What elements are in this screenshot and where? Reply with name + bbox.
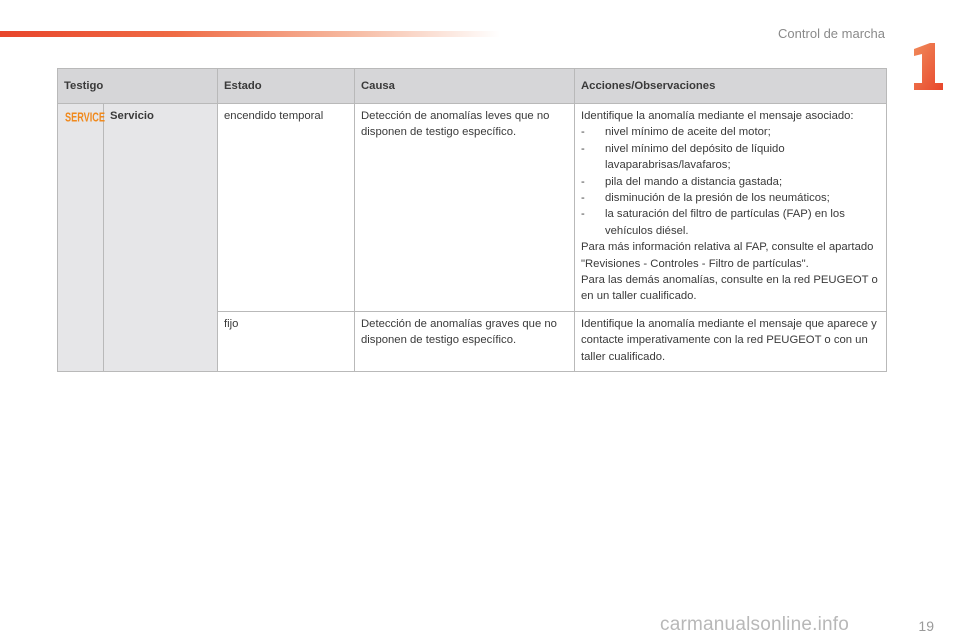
actions-cell: Identifique la anomalía mediante el mens…: [574, 310, 887, 373]
column-header-estado: Estado: [217, 68, 355, 104]
anomaly-list: nivel mínimo de aceite del motor; nivel …: [581, 124, 880, 239]
service-icon: SERVICE: [65, 111, 105, 125]
column-header-causa: Causa: [354, 68, 575, 104]
list-item: nivel mínimo del depósito de líquido lav…: [581, 141, 880, 174]
chapter-number: 1: [908, 40, 943, 90]
column-header-acciones: Acciones/Observaciones: [574, 68, 887, 104]
section-title: Control de marcha: [778, 26, 885, 41]
fap-note: Para más información relativa al FAP, co…: [581, 241, 874, 270]
list-item: la saturación del filtro de partículas (…: [581, 206, 880, 239]
warning-lamp-table: Testigo Estado Causa Acciones/Observacio…: [57, 68, 887, 373]
actions-cell: Identifique la anomalía mediante el mens…: [574, 103, 887, 312]
table-row: SERVICE Servicio encendido temporal Dete…: [57, 102, 887, 373]
svg-text:SERVICE: SERVICE: [65, 111, 105, 125]
header-accent-bar: [0, 31, 500, 37]
actions-intro: Identifique la anomalía mediante el mens…: [581, 110, 854, 122]
chapter-number-text: 1: [908, 40, 909, 41]
other-anomalies-note: Para las demás anomalías, consulte en la…: [581, 274, 878, 303]
indicator-name: Servicio: [103, 102, 218, 373]
cause-cell: Detección de anomalías leves que no disp…: [354, 103, 575, 312]
list-item: disminución de la presión de los neumáti…: [581, 190, 880, 207]
cause-cell: Detección de anomalías graves que no dis…: [354, 310, 575, 373]
indicator-icon-cell: SERVICE: [57, 102, 105, 373]
state-cell: encendido temporal: [217, 103, 355, 312]
list-item: nivel mínimo de aceite del motor;: [581, 124, 880, 141]
list-item: pila del mando a distancia gastada;: [581, 174, 880, 191]
table-header-row: Testigo Estado Causa Acciones/Observacio…: [57, 68, 887, 104]
watermark: carmanualsonline.info: [660, 614, 850, 635]
state-cell: fijo: [217, 310, 355, 373]
column-header-testigo: Testigo: [57, 68, 218, 104]
page-number: 19: [918, 618, 934, 634]
